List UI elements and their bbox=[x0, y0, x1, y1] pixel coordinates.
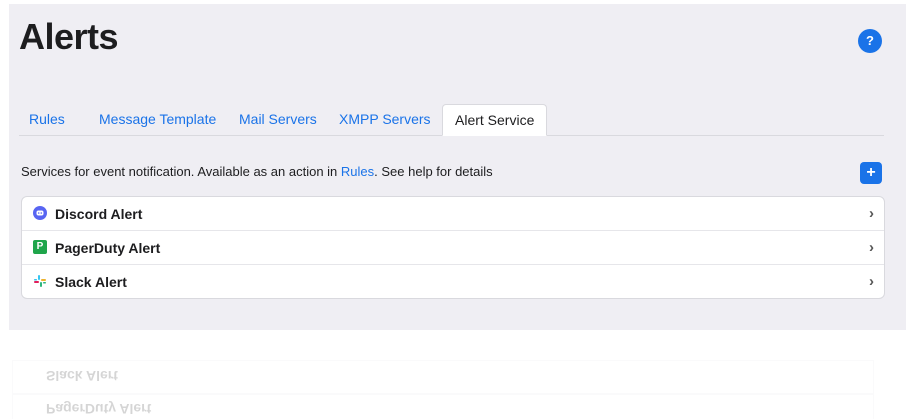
tab-rules[interactable]: Rules bbox=[29, 104, 65, 135]
discord-icon bbox=[33, 206, 47, 220]
reflection-label: Slack Alert bbox=[46, 368, 118, 384]
reflection-row: PagerDuty Alert bbox=[12, 394, 874, 419]
reflection-content: PagerDuty Alert Slack Alert bbox=[12, 360, 874, 419]
rules-link[interactable]: Rules bbox=[341, 164, 374, 179]
add-service-button[interactable]: + bbox=[860, 162, 882, 184]
tab-bar: Rules Message Template Mail Servers XMPP… bbox=[19, 104, 884, 136]
service-label: Discord Alert bbox=[55, 206, 143, 222]
service-list: Discord Alert › P PagerDuty Alert › Slac… bbox=[21, 196, 885, 299]
description-text: Services for event notification. Availab… bbox=[21, 164, 341, 179]
service-row-discord[interactable]: Discord Alert › bbox=[22, 197, 884, 230]
reflection-label: PagerDuty Alert bbox=[46, 401, 152, 417]
help-button[interactable]: ? bbox=[858, 29, 882, 53]
tab-mail-servers[interactable]: Mail Servers bbox=[239, 104, 317, 135]
service-row-slack[interactable]: Slack Alert › bbox=[22, 264, 884, 298]
page-title: Alerts bbox=[19, 16, 119, 57]
chevron-right-icon: › bbox=[869, 205, 874, 222]
service-label: Slack Alert bbox=[55, 274, 127, 290]
description: Services for event notification. Availab… bbox=[21, 164, 493, 179]
reflection-row: Slack Alert bbox=[12, 360, 874, 394]
list-reflection: PagerDuty Alert Slack Alert bbox=[12, 360, 874, 419]
pagerduty-icon: P bbox=[33, 240, 47, 254]
alerts-panel: Alerts ? Rules Message Template Mail Ser… bbox=[9, 4, 906, 330]
tab-alert-service[interactable]: Alert Service bbox=[442, 104, 548, 136]
chevron-right-icon: › bbox=[869, 239, 874, 256]
service-row-pagerduty[interactable]: P PagerDuty Alert › bbox=[22, 230, 884, 264]
tab-message-template[interactable]: Message Template bbox=[99, 104, 216, 135]
service-label: PagerDuty Alert bbox=[55, 240, 161, 256]
tab-xmpp-servers[interactable]: XMPP Servers bbox=[339, 104, 431, 135]
chevron-right-icon: › bbox=[869, 273, 874, 290]
description-text-end: . See help for details bbox=[374, 164, 493, 179]
slack-icon bbox=[33, 274, 47, 288]
